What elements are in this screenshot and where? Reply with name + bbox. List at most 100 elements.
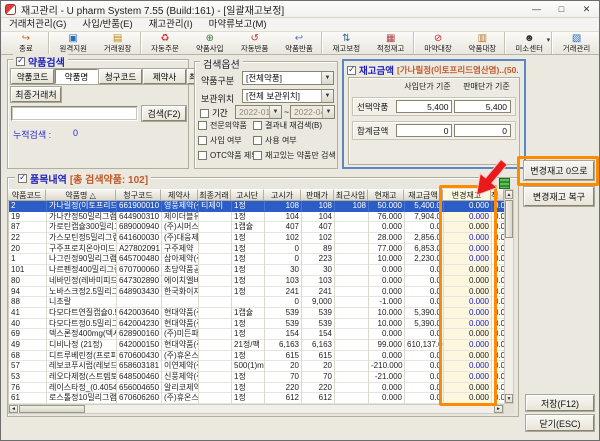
change-stock-cell[interactable]: 0.000 [444,201,492,212]
option-checkbox[interactable]: 전문의약품 [198,120,253,131]
dropdown-arrow-icon[interactable]: ▾ [547,36,551,44]
change-stock-cell[interactable]: 0.000 [444,329,492,340]
table-row[interactable]: 40 다모다트정0.5밀리그램 642004230 현대약품(주 1정 539 … [9,319,504,330]
change-stock-cell[interactable]: 0.000 [444,265,492,276]
table-row[interactable]: 20 구주프로치온아미드정2 A27802091 구주제약 1정 0 89 77… [9,244,504,255]
table-row[interactable]: 88 니조랄 0 9,000 -1.000 0.0 0.000 0.0 [9,297,504,308]
change-stock-cell[interactable]: 0.000 [444,297,492,308]
col-header-notice-unit[interactable]: 고시단 [231,189,264,201]
change-stock-cell[interactable]: 0.000 [444,340,492,351]
col-header-optimal[interactable]: 적 [491,189,504,201]
change-stock-cell[interactable]: 0.000 [444,383,492,394]
table-row[interactable]: 76 레이스타정_(0.4054g/1 656004650 알리코제약 1정 2… [9,383,504,394]
table-row[interactable]: 69 덱스론정400mg(덱시부프 628900160 (주)미든파 1정 15… [9,329,504,340]
col-header-manufacturer[interactable]: 제약사 [161,189,198,201]
col-header-change-stock[interactable]: 변경재고 [443,189,491,201]
change-stock-cell[interactable]: 0.000 [444,393,492,404]
toolbar-button[interactable]: ⇅ 재고보정 [324,32,369,54]
search-mode-tab[interactable]: 청구코드 [99,69,142,84]
search-button[interactable]: 검색(F2) [142,106,186,121]
table-row[interactable]: 49 디비나정 (21정) 642000150 현대약품(주 21정/팩 6,1… [9,340,504,351]
col-header-drug-code[interactable]: 약품코드 [8,189,46,201]
toolbar-button[interactable]: ♻ 자동주문 [143,32,188,54]
checkbox-icon[interactable] [18,174,27,183]
col-header-notice-price[interactable]: 고시가 [264,189,301,201]
location-select[interactable]: [전체 보관위치]▼ [242,89,334,103]
vertical-scrollbar[interactable]: ▲ ▼ [504,189,514,404]
scroll-right-icon[interactable]: ► [494,405,503,413]
search-mode-tab[interactable]: 약품코드 [11,69,54,84]
checkbox-icon[interactable] [16,57,25,66]
toolbar-button[interactable]: ▦ 적정재고 [369,32,414,54]
excel-export-icon[interactable] [499,178,510,189]
table-row[interactable]: 53 레오다제정(스트렙토키 648500460 신풍제약(주 1정 70 70… [9,372,504,383]
col-header-sale-price[interactable]: 판매가 [301,189,334,201]
menu-item[interactable]: 마약류보고(M) [201,18,275,32]
vertical-scroll-thumb[interactable] [505,200,513,238]
change-stock-cell[interactable]: 0.000 [444,361,492,372]
table-row[interactable]: 19 가나칸정50밀리그램(미 644900310 제이더블유 1정 104 1… [9,212,504,223]
change-stock-zero-button[interactable]: 변경재고 0으로 [524,161,594,180]
table-row[interactable]: 80 네바민정(레바미피드)_ 647302890 에이치엘비 1정 103 1… [9,276,504,287]
table-row[interactable]: 57 레보코푸시럽(레보드로 658603181 이연제약(주 500(1)mL… [9,361,504,372]
change-stock-cell[interactable]: 0.000 [444,276,492,287]
checkbox-icon[interactable] [347,66,356,75]
drug-type-select[interactable]: [전체약품]▼ [242,71,334,85]
horizontal-scrollbar[interactable]: ◄ ► [8,404,504,414]
save-button[interactable]: 저장(F12) [526,395,594,411]
toolbar-button[interactable]: ▧ 거래관리 [554,32,599,54]
change-stock-cell[interactable]: 0.000 [444,254,492,265]
table-row[interactable]: 41 다모다트연질캡슐0.5밀 642003640 현대약품(주 1캡슐 539… [9,308,504,319]
toolbar-button[interactable]: ☻ 미소센터 ▾ [507,32,552,54]
change-stock-cell[interactable]: 0.000 [444,319,492,330]
close-button[interactable]: ✕ [574,1,599,17]
chevron-down-icon[interactable]: ▼ [321,90,333,102]
col-header-stock-amount[interactable]: 재고금액 [404,189,443,201]
close-esc-button[interactable]: 닫기(ESC) [526,415,594,431]
option-checkbox[interactable]: OTC약품 제외 [198,150,253,161]
option-checkbox[interactable]: 결과내 재검색(B) [253,120,336,131]
table-row[interactable]: 61 로스톨정10밀리그램(로 670606260 (주)휴온스 1정 612 … [9,393,504,404]
horizontal-scroll-thumb[interactable] [19,405,85,413]
change-stock-cell[interactable]: 0.000 [444,233,492,244]
menu-item[interactable]: 거래처관리(G) [1,18,74,32]
menu-item[interactable]: 재고관리(I) [141,18,201,32]
toolbar-button[interactable]: ▤ 거래원장 [96,32,141,54]
toolbar-button[interactable]: ⊘ 마약대장 [416,32,461,54]
menu-item[interactable]: 사입/반품(E) [74,18,140,32]
change-stock-restore-button[interactable]: 변경재고 복구 [524,187,594,206]
col-header-current-stock[interactable]: 현재고 [368,189,404,201]
toolbar-button[interactable]: ⊕ 약품사입 [187,32,232,54]
option-checkbox[interactable]: 사용 여부 [253,135,336,146]
scroll-down-icon[interactable]: ▼ [505,394,513,403]
table-row[interactable]: 1 나그린정90밀리그램(나 645700480 삼아제약(주 1정 0 223… [9,254,504,265]
period-checkbox[interactable]: 기간 [200,107,228,119]
change-stock-cell[interactable]: 0.000 [444,244,492,255]
change-stock-cell[interactable]: 0.000 [444,308,492,319]
toolbar-button[interactable]: ↺ 자동반품 [232,32,277,54]
col-header-last-trader[interactable]: 최종거래 [198,189,231,201]
table-row[interactable]: 94 노바스크정2.5밀리그램 648903430 한국화이자 1정 241 2… [9,287,504,298]
toolbar-button[interactable]: ↩ 약품반품 [277,32,322,54]
toolbar-button[interactable]: ↪ 종료 [4,32,49,54]
change-stock-cell[interactable]: 0.000 [444,212,492,223]
scroll-up-icon[interactable]: ▲ [505,190,513,199]
period-from-select[interactable]: 2022-01-15▼ [235,105,282,119]
search-mode-tab-last-trader[interactable]: 최종거래처 [11,87,61,102]
col-header-last-purchase[interactable]: 최근사입 [334,189,368,201]
table-row[interactable]: 22 가스모틴정5밀리그램(5 641600030 (주)대웅제 1정 102 … [9,233,504,244]
change-stock-cell[interactable]: 0.000 [444,287,492,298]
col-header-claim-code[interactable]: 청구코드 [116,189,161,201]
change-stock-cell[interactable]: 0.000 [444,222,492,233]
change-stock-cell[interactable]: 0.000 [444,372,492,383]
search-mode-tab[interactable]: 약품명 [55,69,98,84]
table-row[interactable]: 68 디트루베린정(프로피베 670600430 (주)휴온스 1정 615 6… [9,351,504,362]
table-row[interactable]: 2 가나릴정(이토프리드염 661900010 영풍제약(주 티제이 1정 10… [9,201,504,212]
maximize-button[interactable]: □ [549,1,574,17]
scroll-left-icon[interactable]: ◄ [9,405,18,413]
search-mode-tab[interactable]: 제약사 [143,69,186,84]
toolbar-button[interactable]: ▣ 원격지원 [51,32,96,54]
option-checkbox[interactable]: 재고있는 약품만 검색 [253,150,336,161]
search-input[interactable] [11,106,138,121]
change-stock-cell[interactable]: 0.000 [444,351,492,362]
